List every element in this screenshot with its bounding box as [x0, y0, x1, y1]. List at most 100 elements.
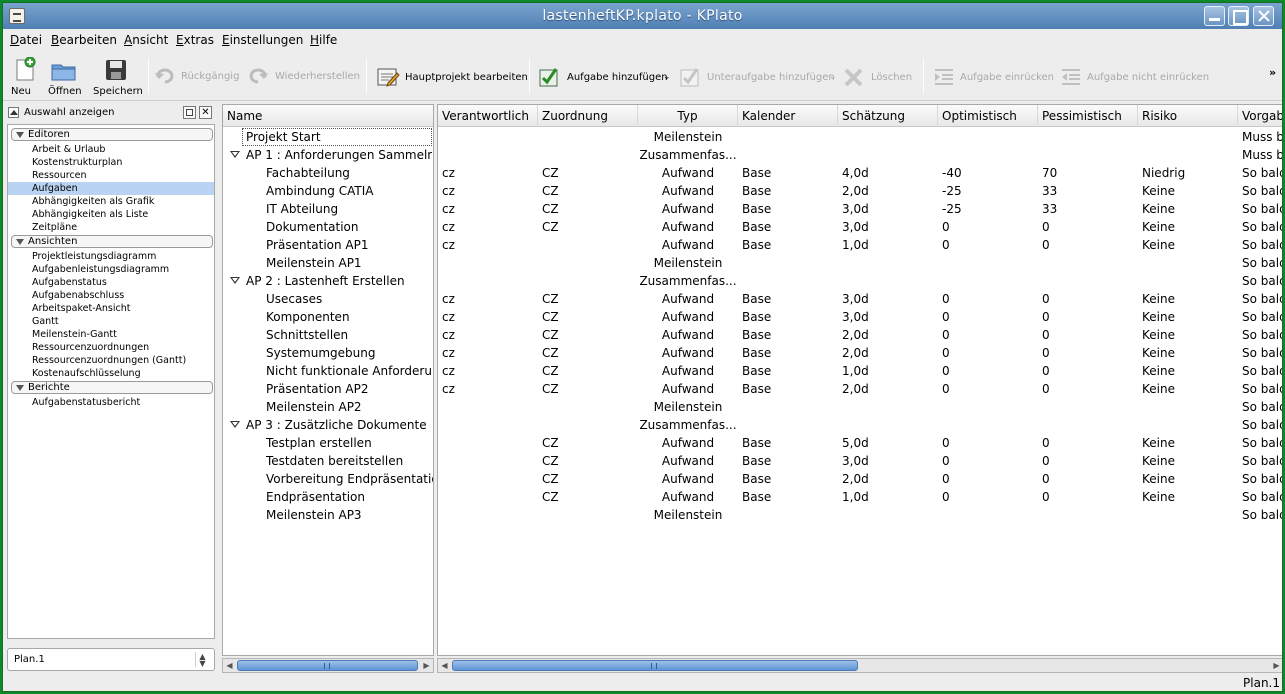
task-row[interactable]: Meilenstein AP1	[223, 254, 433, 272]
expand-triangle-icon[interactable]	[230, 421, 240, 428]
view-item[interactable]: Kostenstrukturplan	[8, 156, 214, 169]
task-row[interactable]: Endpräsentation	[223, 488, 433, 506]
task-detail-row[interactable]: CZ Aufwand Base 5,0d 0 0 Keine So bald	[438, 434, 1282, 452]
add-task-dropdown-icon[interactable]: ⌄	[663, 72, 671, 82]
save-button[interactable]: Speichern	[90, 56, 143, 98]
task-row[interactable]: Nicht funktionale Anforderu...	[223, 362, 433, 380]
view-item[interactable]: Projektleistungsdiagramm	[8, 250, 214, 263]
task-row[interactable]: Vorbereitung Endpräsentation	[223, 470, 433, 488]
view-item[interactable]: Aufgabenstatusbericht	[8, 396, 214, 409]
expand-triangle-icon[interactable]	[230, 151, 240, 158]
column-header-optimistisch[interactable]: Optimistisch	[938, 105, 1038, 127]
indent-task-button[interactable]: Aufgabe einrücken	[933, 66, 1054, 88]
edit-main-project-button[interactable]: Hauptprojekt bearbeiten	[376, 66, 528, 88]
new-button[interactable]: Neu	[9, 56, 39, 98]
task-row[interactable]: Komponenten	[223, 308, 433, 326]
add-subtask-button[interactable]: Unteraufgabe hinzufügen ⌄	[679, 66, 839, 88]
scroll-left-icon[interactable]: ◀	[223, 659, 236, 672]
delete-button[interactable]: Löschen	[843, 66, 915, 88]
scroll-thumb[interactable]	[237, 660, 418, 671]
summary-task-row[interactable]: AP 1 : Anforderungen Sammeln	[223, 146, 433, 164]
menu-hilfe[interactable]: Hilfe	[310, 33, 337, 47]
maximize-button[interactable]	[1228, 6, 1249, 26]
dock-float-button[interactable]	[183, 106, 196, 119]
scroll-right-icon[interactable]: ▶	[1270, 659, 1282, 672]
task-row[interactable]: Ambindung CATIA	[223, 182, 433, 200]
task-detail-row[interactable]: cz CZ Aufwand Base 3,0d -25 33 Keine So bald	[438, 200, 1282, 218]
view-item[interactable]: Arbeitspaket-Ansicht	[8, 302, 214, 315]
add-task-button[interactable]: Aufgabe hinzufügen ⌄	[538, 66, 673, 88]
minimize-button[interactable]	[1204, 6, 1225, 26]
scroll-thumb[interactable]	[452, 660, 858, 671]
task-row[interactable]: Testplan erstellen	[223, 434, 433, 452]
column-header-pessimistisch[interactable]: Pessimistisch	[1038, 105, 1138, 127]
task-detail-row[interactable]: Zusammenfas... So bald	[438, 416, 1282, 434]
view-item[interactable]: Aufgabenabschluss	[8, 289, 214, 302]
view-item[interactable]: Arbeit & Urlaub	[8, 143, 214, 156]
scroll-left-icon[interactable]: ◀	[438, 659, 451, 672]
column-header-risiko[interactable]: Risiko	[1138, 105, 1238, 127]
task-detail-row[interactable]: cz CZ Aufwand Base 2,0d 0 0 Keine So bald	[438, 326, 1282, 344]
task-detail-row[interactable]: cz CZ Aufwand Base 2,0d 0 0 Keine So bald	[438, 380, 1282, 398]
task-row[interactable]: Schnittstellen	[223, 326, 433, 344]
view-item[interactable]: Kostenaufschlüsselung	[8, 367, 214, 380]
task-detail-row[interactable]: Meilenstein So bald	[438, 398, 1282, 416]
column-header-zuordnung[interactable]: Zuordnung	[538, 105, 638, 127]
menu-einstellungen[interactable]: Einstellungen	[222, 33, 303, 47]
toolbar-overflow-button[interactable]: »	[1269, 66, 1276, 79]
column-header-vorgabe[interactable]: Vorgabe	[1238, 105, 1282, 127]
view-item[interactable]: Gantt	[8, 315, 214, 328]
spinner-arrows-icon[interactable]: ▲ ▼	[195, 652, 209, 668]
column-header-name[interactable]: Name	[223, 105, 433, 127]
view-item[interactable]: Ressourcen	[8, 169, 214, 182]
task-row[interactable]: Systemumgebung	[223, 344, 433, 362]
task-detail-row[interactable]: cz Aufwand Base 1,0d 0 0 Keine So bald	[438, 236, 1282, 254]
view-item[interactable]: Aufgabenstatus	[8, 276, 214, 289]
task-row[interactable]: Meilenstein AP2	[223, 398, 433, 416]
category-ansichten[interactable]: Ansichten	[11, 235, 213, 248]
view-item[interactable]: Meilenstein-Gantt	[8, 328, 214, 341]
scroll-right-icon[interactable]: ▶	[420, 659, 433, 672]
menu-bearbeiten[interactable]: Bearbeiten	[51, 33, 117, 47]
dock-close-button[interactable]: ✕	[199, 106, 212, 119]
menu-datei[interactable]: Datei	[10, 33, 42, 47]
task-row[interactable]: Dokumentation	[223, 218, 433, 236]
close-button[interactable]	[1253, 6, 1274, 26]
category-berichte[interactable]: Berichte	[11, 381, 213, 394]
unindent-task-button[interactable]: Aufgabe nicht einrücken	[1060, 66, 1210, 88]
view-item[interactable]: Abhängigkeiten als Liste	[8, 208, 214, 221]
column-header-kalender[interactable]: Kalender	[738, 105, 838, 127]
task-row[interactable]: Usecases	[223, 290, 433, 308]
add-subtask-dropdown-icon[interactable]: ⌄	[829, 72, 837, 82]
redo-button[interactable]: Wiederherstellen	[247, 67, 360, 87]
task-row[interactable]: Meilenstein AP3	[223, 506, 433, 524]
task-detail-row[interactable]: CZ Aufwand Base 1,0d 0 0 Keine So bald	[438, 488, 1282, 506]
view-item[interactable]: Ressourcenzuordnungen	[8, 341, 214, 354]
plan-select[interactable]: Plan.1 ▲ ▼	[7, 648, 215, 671]
task-row[interactable]: Projekt Start	[223, 128, 433, 146]
category-editoren[interactable]: Editoren	[11, 128, 213, 141]
task-detail-row[interactable]: Zusammenfas... So bald	[438, 272, 1282, 290]
view-item-selected[interactable]: Aufgaben	[8, 182, 214, 195]
task-detail-row[interactable]: cz CZ Aufwand Base 3,0d 0 0 Keine So bald	[438, 290, 1282, 308]
task-detail-row[interactable]: CZ Aufwand Base 2,0d 0 0 Keine So bald	[438, 470, 1282, 488]
menu-extras[interactable]: Extras	[176, 33, 214, 47]
task-detail-row[interactable]: CZ Aufwand Base 3,0d 0 0 Keine So bald	[438, 452, 1282, 470]
task-detail-row[interactable]: cz CZ Aufwand Base 3,0d 0 0 Keine So bald	[438, 218, 1282, 236]
task-detail-row[interactable]: cz CZ Aufwand Base 4,0d -40 70 Niedrig So bald	[438, 164, 1282, 182]
task-detail-row[interactable]: cz CZ Aufwand Base 3,0d 0 0 Keine So bald	[438, 308, 1282, 326]
name-pane-horizontal-scrollbar[interactable]: ◀ ▶	[222, 658, 434, 673]
task-detail-row[interactable]: cz CZ Aufwand Base 1,0d 0 0 Keine So bald	[438, 362, 1282, 380]
title-bar[interactable]: lastenheftKP.kplato - KPlato	[3, 3, 1282, 29]
task-detail-row[interactable]: cz CZ Aufwand Base 2,0d 0 0 Keine So bald	[438, 344, 1282, 362]
view-item[interactable]: Ressourcenzuordnungen (Gantt)	[8, 354, 214, 367]
task-detail-row[interactable]: Meilenstein Muss be	[438, 128, 1282, 146]
column-header-schätzung[interactable]: Schätzung	[838, 105, 938, 127]
open-button[interactable]: Öffnen	[45, 56, 82, 98]
task-detail-row[interactable]: Meilenstein So bald	[438, 254, 1282, 272]
summary-task-row[interactable]: AP 2 : Lastenheft Erstellen	[223, 272, 433, 290]
view-item[interactable]: Abhängigkeiten als Grafik	[8, 195, 214, 208]
task-row[interactable]: Präsentation AP2	[223, 380, 433, 398]
column-header-typ[interactable]: Typ	[638, 105, 738, 127]
column-header-verantwortlich[interactable]: Verantwortlich	[438, 105, 538, 127]
